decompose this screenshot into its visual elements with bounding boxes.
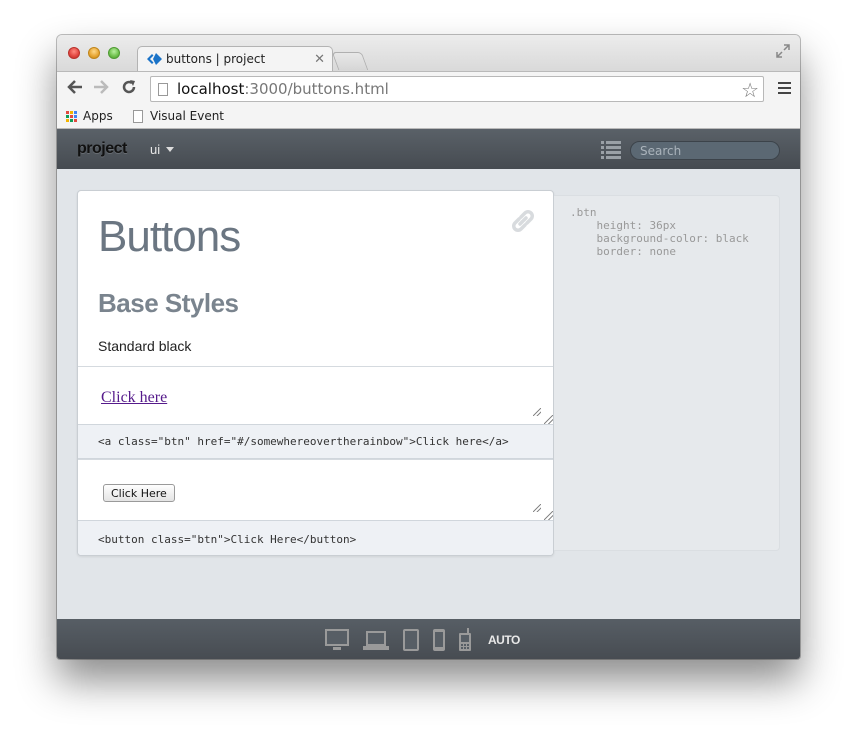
search-input[interactable] [630, 141, 780, 160]
minimize-window-button[interactable] [88, 47, 100, 59]
caret-down-icon [166, 147, 175, 152]
document-icon [133, 109, 143, 123]
resize-handle-icon[interactable] [533, 504, 541, 512]
device-switcher: AUTO [324, 628, 520, 652]
reload-icon[interactable] [119, 78, 139, 98]
example-preview: Click Here [78, 459, 553, 520]
title-bar: buttons | project ✕ [57, 35, 800, 72]
css-code: .btn height: 36px background-color: blac… [570, 206, 749, 258]
bookmark-apps[interactable]: Apps [66, 109, 113, 123]
app-header: project ui [57, 129, 800, 169]
resize-handle-icon[interactable] [533, 408, 541, 416]
resize-handle-icon[interactable] [544, 415, 553, 424]
bookmarks-bar: Apps Visual Event [57, 105, 800, 129]
ui-dropdown[interactable]: ui [150, 142, 175, 157]
fullscreen-icon[interactable] [776, 44, 790, 58]
example-preview: Click here [78, 366, 553, 424]
tablet-icon[interactable] [402, 628, 420, 652]
address-bar[interactable]: localhost:3000/buttons.html ☆ [150, 76, 764, 102]
permalink-icon[interactable] [509, 207, 537, 235]
device-footer: AUTO [57, 619, 800, 659]
main-content: Buttons Base Styles Standard black Click… [57, 169, 800, 619]
tab-content[interactable]: buttons | project ✕ [145, 47, 329, 71]
back-arrow-icon[interactable] [65, 78, 85, 98]
browser-toolbar: localhost:3000/buttons.html ☆ [57, 71, 800, 105]
code-snippet: <button class="btn">Click Here</button> [78, 520, 553, 555]
url-text[interactable]: localhost:3000/buttons.html [177, 80, 389, 98]
demo-click-button[interactable]: Click Here [103, 484, 175, 502]
auto-size-button[interactable]: AUTO [488, 633, 520, 647]
component-card: Buttons Base Styles Standard black Click… [77, 190, 554, 556]
tab-close-icon[interactable]: ✕ [314, 51, 325, 67]
zoom-window-button[interactable] [108, 47, 120, 59]
favicon-icon [147, 53, 163, 65]
tab-title: buttons | project [166, 52, 266, 66]
laptop-icon[interactable] [362, 628, 390, 652]
css-panel: .btn height: 36px background-color: blac… [554, 195, 780, 551]
list-icon[interactable] [601, 141, 621, 159]
page-title: Buttons [98, 212, 241, 261]
code-snippet: <a class="btn" href="#/somewhereoverther… [78, 424, 553, 459]
section-title: Base Styles [98, 288, 239, 318]
bookmark-star-icon[interactable]: ☆ [741, 78, 759, 103]
apps-grid-icon [66, 110, 77, 122]
section-description: Standard black [98, 338, 192, 354]
hamburger-menu-icon[interactable] [778, 82, 791, 94]
close-window-button[interactable] [68, 47, 80, 59]
brand-logo[interactable]: project [77, 140, 127, 158]
feature-phone-icon[interactable] [458, 628, 472, 652]
phone-icon[interactable] [432, 628, 446, 652]
browser-window: buttons | project ✕ localhost:3000/butto… [57, 35, 800, 659]
forward-arrow-icon[interactable] [91, 78, 111, 98]
page-icon [158, 82, 168, 96]
demo-link-button[interactable]: Click here [101, 389, 167, 407]
bookmark-visual-event[interactable]: Visual Event [133, 109, 224, 123]
desktop-icon[interactable] [324, 628, 350, 652]
new-tab-button[interactable] [331, 52, 369, 70]
resize-handle-icon[interactable] [544, 511, 553, 520]
